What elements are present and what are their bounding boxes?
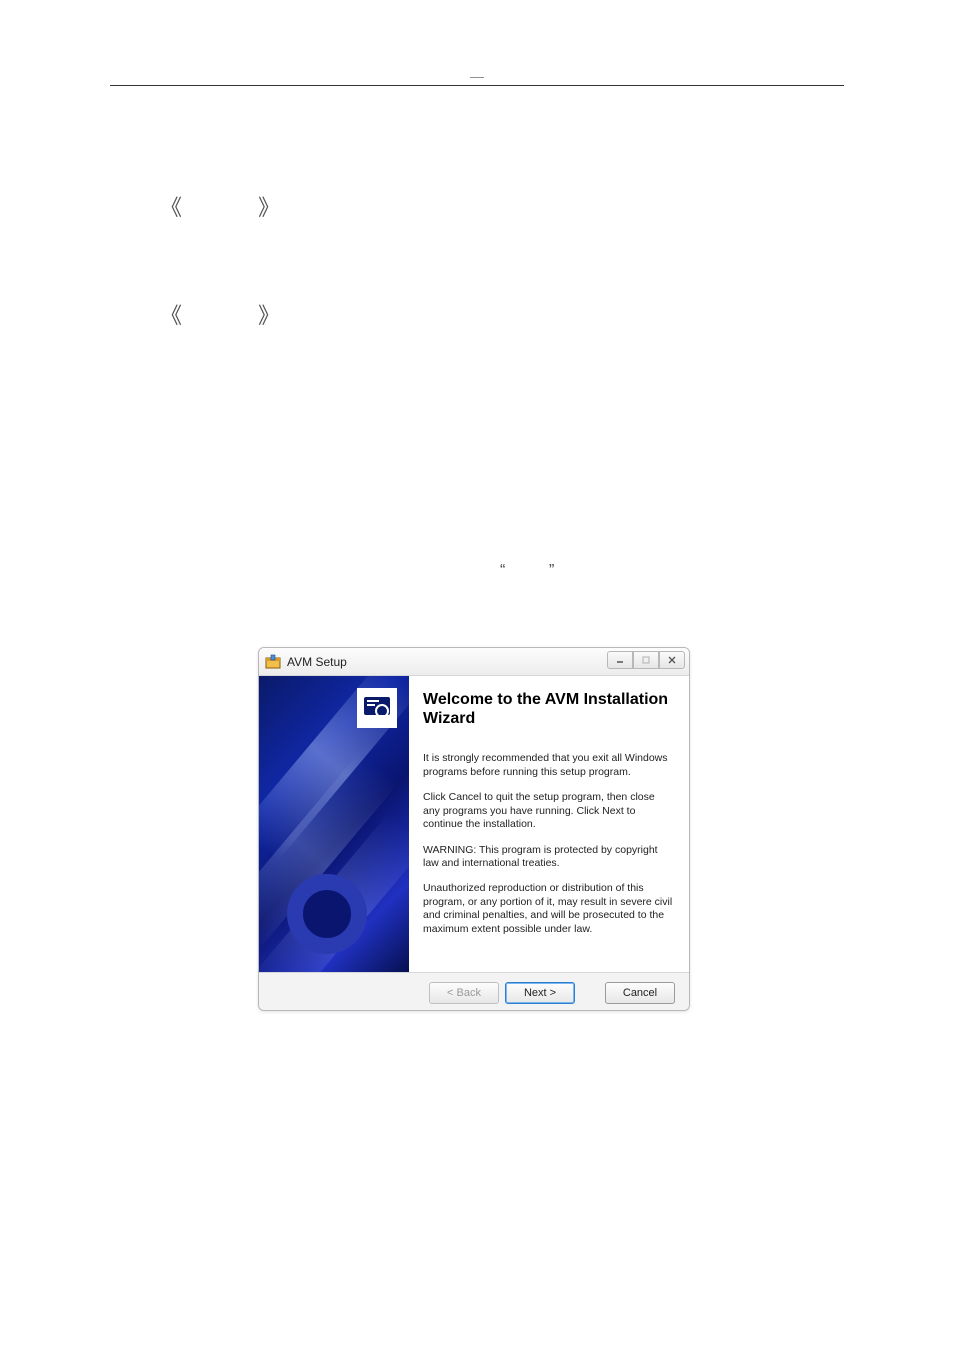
quote-left: “ xyxy=(500,562,505,580)
next-button[interactable]: Next > xyxy=(505,982,575,1004)
wizard-button-bar: < Back Next > Cancel xyxy=(259,972,689,1011)
cancel-button[interactable]: Cancel xyxy=(605,982,675,1004)
wizard-side-panel xyxy=(259,676,409,972)
header-rule xyxy=(110,85,844,86)
wizard-content: Welcome to the AVM Installation Wizard I… xyxy=(409,676,689,972)
minimize-button[interactable] xyxy=(607,651,633,669)
maximize-button xyxy=(633,651,659,669)
back-button: < Back xyxy=(429,982,499,1004)
titlebar[interactable]: AVM Setup xyxy=(259,648,689,676)
dialog-body: Welcome to the AVM Installation Wizard I… xyxy=(259,676,689,972)
installer-box-icon xyxy=(265,654,281,670)
window-controls xyxy=(607,651,685,669)
window-title: AVM Setup xyxy=(287,655,347,669)
wizard-heading: Welcome to the AVM Installation Wizard xyxy=(423,690,673,728)
angle-bracket-left: 《 xyxy=(160,190,182,222)
header-dash: — xyxy=(470,68,484,84)
angle-bracket-right: 》 xyxy=(258,298,280,330)
wizard-para: Click Cancel to quit the setup program, … xyxy=(423,791,673,831)
wizard-para: WARNING: This program is protected by co… xyxy=(423,844,673,871)
wizard-para: It is strongly recommended that you exit… xyxy=(423,752,673,779)
installer-dialog: AVM Setup xyxy=(258,647,690,1011)
installer-graphic-icon xyxy=(357,688,397,728)
angle-bracket-right: 》 xyxy=(258,190,280,222)
quote-right: ” xyxy=(549,562,554,580)
wizard-para: Unauthorized reproduction or distributio… xyxy=(423,882,673,936)
angle-bracket-left: 《 xyxy=(160,298,182,330)
close-button[interactable] xyxy=(659,651,685,669)
